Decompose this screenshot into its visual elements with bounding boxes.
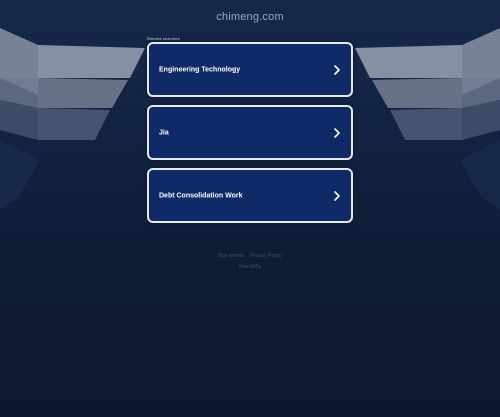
related-link-jia[interactable]: Jia (147, 105, 353, 160)
parked-domain-page: chimeng.com Related searches Engineering… (0, 0, 500, 417)
related-link-label: Jia (159, 129, 169, 136)
chevron-right-icon (334, 64, 340, 75)
footer-links: Buy domain Privacy Policy (0, 253, 500, 259)
chevron-right-icon (334, 127, 340, 138)
chevron-right-icon (334, 190, 340, 201)
decorative-wing-right (355, 28, 500, 210)
decorative-wing-left (0, 28, 145, 210)
related-link-label: Engineering Technology (159, 66, 241, 73)
related-link-engineering-technology[interactable]: Engineering Technology (147, 42, 353, 97)
privacy-policy-link[interactable]: Privacy Policy (250, 253, 281, 259)
related-searches-label: Related searches (147, 36, 180, 41)
related-links-list: Engineering Technology Jia Debt Consolid… (147, 42, 353, 231)
related-link-debt-consolidation-work[interactable]: Debt Consolidation Work (147, 168, 353, 223)
buy-domain-link[interactable]: Buy domain (219, 253, 245, 259)
footer-id: #bam5f6a (238, 264, 262, 270)
domain-title: chimeng.com (216, 11, 284, 23)
related-link-label: Debt Consolidation Work (159, 192, 243, 199)
